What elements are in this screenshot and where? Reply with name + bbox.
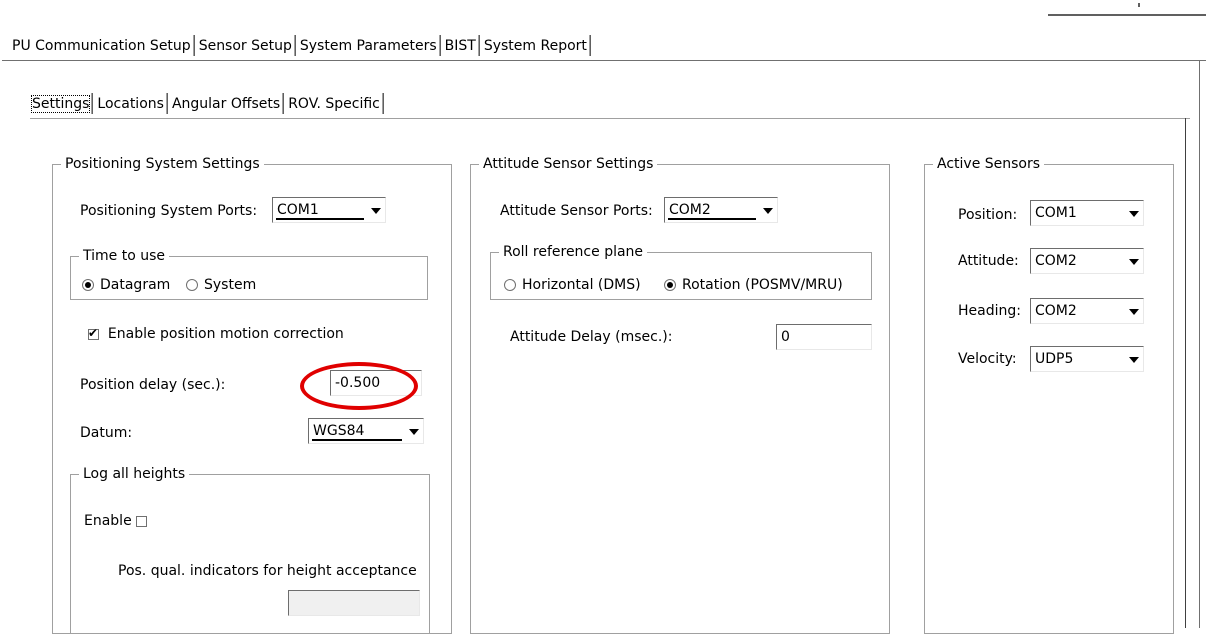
radio-rotation[interactable]: Rotation (POSMV/MRU) bbox=[664, 276, 843, 294]
attitude-sensor-title: Attitude Sensor Settings bbox=[479, 155, 658, 173]
active-sensors-group: Active Sensors bbox=[924, 155, 1174, 634]
tab-system-report[interactable]: System Report bbox=[477, 34, 592, 58]
pos-qual-label: Pos. qual. indicators for height accepta… bbox=[118, 563, 417, 579]
outer-tab-strip: PU Communication Setup Sensor Setup Syst… bbox=[6, 34, 592, 58]
radio-datagram-label: Datagram bbox=[100, 277, 171, 293]
active-attitude-label: Attitude: bbox=[958, 253, 1019, 269]
active-velocity-label: Velocity: bbox=[958, 351, 1017, 367]
chevron-down-icon[interactable] bbox=[1125, 347, 1143, 371]
tab-pu-communication-setup[interactable]: PU Communication Setup bbox=[6, 34, 193, 58]
positioning-system-title: Positioning System Settings bbox=[61, 155, 264, 173]
radio-system-label: System bbox=[204, 277, 257, 293]
checkbox-checked-icon[interactable] bbox=[88, 325, 99, 341]
panel-right-border bbox=[1185, 118, 1186, 628]
tab-settings-label: Settings bbox=[30, 95, 91, 113]
chevron-down-icon[interactable] bbox=[1125, 299, 1143, 323]
positioning-ports-select[interactable]: COM1 bbox=[272, 197, 386, 223]
active-velocity-value: UDP5 bbox=[1035, 351, 1074, 367]
tab-sensor-setup[interactable]: Sensor Setup bbox=[192, 34, 294, 58]
active-velocity-select[interactable]: UDP5 bbox=[1030, 346, 1144, 372]
active-heading-value: COM2 bbox=[1035, 303, 1077, 319]
radio-rotation-icon[interactable] bbox=[664, 279, 676, 291]
datum-select[interactable]: WGS84 bbox=[308, 418, 424, 444]
inner-tab-divider bbox=[30, 118, 1190, 119]
active-attitude-value: COM2 bbox=[1035, 253, 1077, 269]
active-position-value: COM1 bbox=[1035, 205, 1077, 221]
attitude-ports-select[interactable]: COM2 bbox=[664, 197, 778, 223]
window-right-border bbox=[1199, 60, 1200, 628]
enable-heights-checkbox[interactable]: Enable bbox=[84, 512, 148, 530]
tab-system-parameters[interactable]: System Parameters bbox=[293, 34, 439, 58]
active-sensors-title: Active Sensors bbox=[933, 155, 1045, 173]
active-heading-select[interactable]: COM2 bbox=[1030, 298, 1144, 324]
tab-locations[interactable]: Locations bbox=[91, 92, 166, 116]
checkbox-unchecked-icon[interactable] bbox=[136, 515, 148, 527]
radio-datagram[interactable]: Datagram bbox=[82, 276, 170, 294]
chevron-down-icon[interactable] bbox=[759, 198, 777, 222]
enable-label: Enable bbox=[84, 513, 132, 529]
pos-qual-input[interactable] bbox=[288, 590, 420, 616]
roll-reference-title: Roll reference plane bbox=[499, 243, 648, 261]
attitude-delay-input[interactable]: 0 bbox=[776, 324, 872, 350]
tab-bist[interactable]: BIST bbox=[438, 34, 478, 58]
positioning-ports-label: Positioning System Ports: bbox=[80, 203, 258, 219]
chevron-down-icon[interactable] bbox=[1125, 249, 1143, 273]
motion-correction-label: Enable position motion correction bbox=[107, 326, 344, 342]
tab-rov-specific[interactable]: ROV. Specific bbox=[282, 92, 384, 116]
tab-settings[interactable]: Settings bbox=[30, 92, 91, 116]
radio-horizontal[interactable]: Horizontal (DMS) bbox=[504, 276, 641, 294]
log-heights-title: Log all heights bbox=[79, 465, 190, 483]
active-attitude-select[interactable]: COM2 bbox=[1030, 248, 1144, 274]
radio-datagram-icon[interactable] bbox=[82, 279, 94, 291]
highlight-ellipse bbox=[300, 362, 418, 410]
tab-angular-offsets[interactable]: Angular Offsets bbox=[165, 92, 282, 116]
radio-horizontal-icon[interactable] bbox=[504, 279, 516, 291]
window-stub bbox=[1048, 0, 1206, 16]
active-position-select[interactable]: COM1 bbox=[1030, 200, 1144, 226]
inner-tab-strip: Settings Locations Angular Offsets ROV. … bbox=[30, 92, 384, 116]
datum-label: Datum: bbox=[80, 425, 133, 441]
time-to-use-title: Time to use bbox=[79, 247, 169, 265]
attitude-ports-label: Attitude Sensor Ports: bbox=[500, 203, 653, 219]
radio-system[interactable]: System bbox=[186, 276, 256, 294]
attitude-sensor-group: Attitude Sensor Settings bbox=[470, 155, 890, 634]
chevron-down-icon[interactable] bbox=[405, 419, 423, 443]
radio-rotation-label: Rotation (POSMV/MRU) bbox=[682, 277, 843, 293]
attitude-delay-label: Attitude Delay (msec.): bbox=[510, 329, 673, 345]
radio-horizontal-label: Horizontal (DMS) bbox=[522, 277, 641, 293]
radio-system-icon[interactable] bbox=[186, 279, 198, 291]
position-delay-label: Position delay (sec.): bbox=[80, 377, 226, 393]
active-heading-label: Heading: bbox=[958, 303, 1021, 319]
active-position-label: Position: bbox=[958, 207, 1018, 223]
outer-tab-divider bbox=[2, 60, 1206, 61]
chevron-down-icon[interactable] bbox=[367, 198, 385, 222]
motion-correction-checkbox[interactable]: Enable position motion correction bbox=[88, 325, 344, 343]
chevron-down-icon[interactable] bbox=[1125, 201, 1143, 225]
